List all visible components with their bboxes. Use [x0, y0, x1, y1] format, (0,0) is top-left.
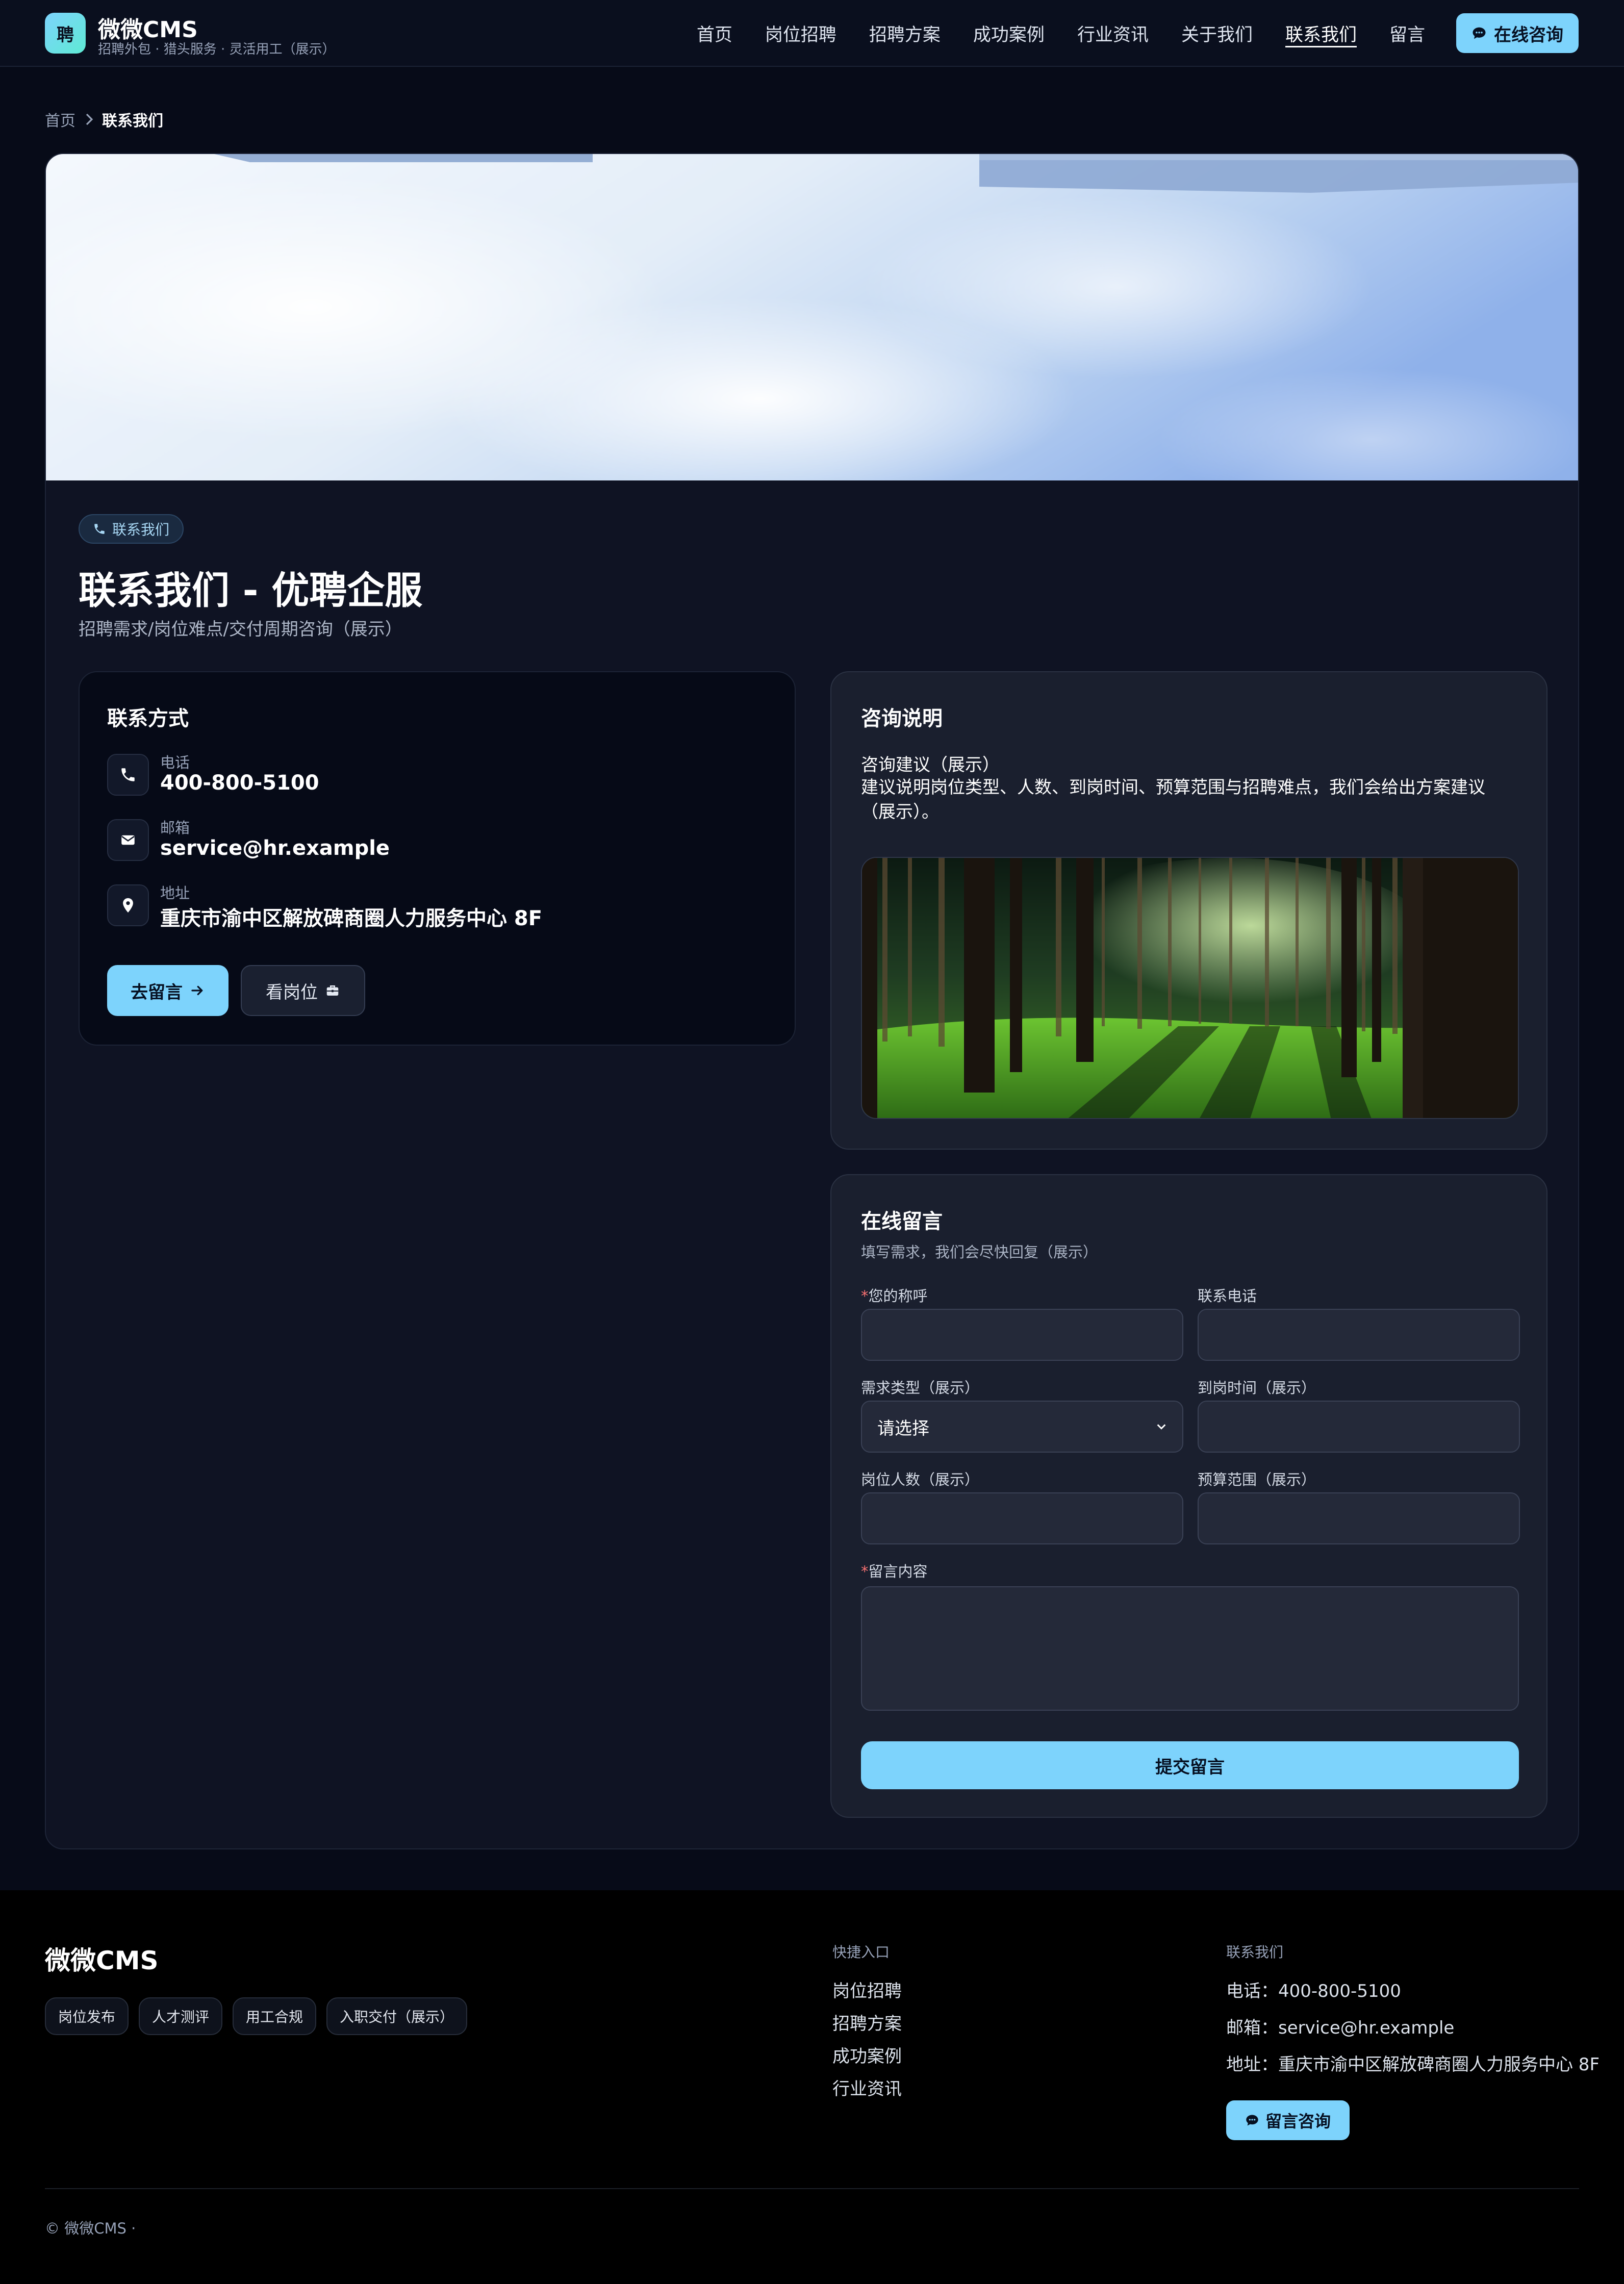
name-field-label: *您的称呼	[861, 1284, 928, 1306]
email-label: 邮箱	[160, 819, 190, 836]
go-message-label: 去留言	[131, 982, 183, 1003]
nav-about[interactable]: 关于我们	[1181, 20, 1253, 46]
footer-link-news[interactable]: 行业资讯	[832, 2075, 902, 2100]
nav-cases[interactable]: 成功案例	[973, 20, 1045, 46]
content-label-text: 留言内容	[868, 1563, 928, 1580]
footer-link-solutions[interactable]: 招聘方案	[832, 2010, 902, 2035]
nav-home[interactable]: 首页	[697, 20, 732, 46]
chat-bubble-icon	[1245, 2113, 1259, 2127]
required-mark: *	[861, 1287, 869, 1305]
footer-tag[interactable]: 岗位发布	[45, 1997, 129, 2035]
phone-input[interactable]	[1198, 1309, 1520, 1361]
consult-info-card: 咨询说明 咨询建议（展示） 建议说明岗位类型、人数、到岗时间、预算范围与招聘难点…	[830, 671, 1547, 1150]
chat-bubble-icon	[1471, 26, 1487, 41]
type-select-value: 请选择	[877, 1418, 929, 1439]
briefcase-icon	[325, 983, 340, 998]
arrival-field-label: 到岗时间（展示）	[1198, 1379, 1316, 1397]
form-subtitle: 填写需求，我们会尽快回复（展示）	[861, 1243, 1098, 1261]
contact-page-card: 联系我们 联系我们 - 优聘企服 招聘需求/岗位难点/交付周期咨询（展示） 联系…	[45, 153, 1579, 1849]
submit-message-button[interactable]: 提交留言	[861, 1741, 1519, 1789]
phone-icon	[107, 754, 149, 796]
email-value[interactable]: service@hr.example	[160, 836, 390, 860]
envelope-icon	[107, 819, 149, 861]
go-message-button[interactable]: 去留言	[107, 965, 229, 1016]
required-mark: *	[861, 1563, 869, 1580]
hero-sky-image	[46, 154, 1578, 480]
brand-tagline: 招聘外包 · 猎头服务 · 灵活用工（展示）	[98, 42, 336, 57]
footer-tag[interactable]: 入职交付（展示）	[326, 1997, 468, 2035]
footer-message-button[interactable]: 留言咨询	[1226, 2100, 1350, 2140]
phone-value[interactable]: 400-800-5100	[160, 771, 319, 795]
headcount-input[interactable]	[861, 1492, 1183, 1544]
nav-contact[interactable]: 联系我们	[1285, 20, 1357, 46]
online-consult-label: 在线咨询	[1494, 24, 1563, 45]
breadcrumb-home[interactable]: 首页	[45, 108, 75, 131]
arrow-right-icon	[190, 983, 205, 998]
footer-email: 邮箱：service@hr.example	[1226, 2018, 1455, 2038]
site-footer: 微微CMS 岗位发布 人才测评 用工合规 入职交付（展示） 快捷入口 岗位招聘 …	[0, 1890, 1624, 2284]
message-content-textarea[interactable]	[861, 1586, 1519, 1711]
address-value: 重庆市渝中区解放碑商圈人力服务中心 8F	[160, 907, 543, 930]
contact-address-row: 地址 重庆市渝中区解放碑商圈人力服务中心 8F	[107, 878, 719, 930]
footer-tags: 岗位发布 人才测评 用工合规 入职交付（展示）	[45, 1997, 468, 2035]
page-subtitle: 招聘需求/岗位难点/交付周期咨询（展示）	[79, 619, 402, 640]
footer-address: 地址：重庆市渝中区解放碑商圈人力服务中心 8F	[1226, 2054, 1600, 2075]
footer-contact-title: 联系我们	[1226, 1944, 1284, 1961]
forest-image	[861, 857, 1519, 1119]
footer-message-label: 留言咨询	[1265, 2112, 1331, 2131]
footer-tag[interactable]: 用工合规	[233, 1997, 317, 2035]
contact-phone-row: 电话 400-800-5100	[107, 748, 719, 799]
content-field-label: *留言内容	[861, 1560, 928, 1581]
name-label-text: 您的称呼	[868, 1287, 928, 1305]
breadcrumb: 首页 联系我们	[45, 108, 163, 131]
chevron-right-icon	[84, 113, 94, 125]
site-header: 聘 微微CMS 招聘外包 · 猎头服务 · 灵活用工（展示） 首页 岗位招聘 招…	[0, 0, 1624, 67]
logo-char: 聘	[57, 24, 74, 45]
view-jobs-label: 看岗位	[266, 982, 318, 1003]
quick-links-title: 快捷入口	[832, 1944, 890, 1961]
footer-brand: 微微CMS	[45, 1946, 159, 1975]
consult-card-title: 咨询说明	[861, 707, 943, 730]
logo[interactable]: 聘	[45, 13, 86, 54]
nav-message[interactable]: 留言	[1389, 20, 1425, 46]
nav-solutions[interactable]: 招聘方案	[869, 20, 941, 46]
arrival-time-input[interactable]	[1198, 1401, 1520, 1453]
budget-field-label: 预算范围（展示）	[1198, 1471, 1316, 1488]
phone-label: 电话	[160, 754, 190, 771]
page-title: 联系我们 - 优聘企服	[79, 569, 423, 613]
online-message-form: 在线留言 填写需求，我们会尽快回复（展示） *您的称呼 联系电话 需求类型（展示…	[830, 1174, 1547, 1818]
map-pin-icon	[107, 884, 149, 926]
nav-jobs[interactable]: 岗位招聘	[765, 20, 836, 46]
contact-email-row: 邮箱 service@hr.example	[107, 813, 719, 864]
footer-divider	[45, 2188, 1579, 2189]
form-title: 在线留言	[861, 1210, 943, 1233]
phone-field-label: 联系电话	[1198, 1287, 1257, 1305]
contact-card-title: 联系方式	[107, 707, 189, 730]
footer-link-jobs[interactable]: 岗位招聘	[832, 1977, 902, 2002]
type-field-label: 需求类型（展示）	[861, 1379, 980, 1397]
copyright: © 微微CMS ·	[45, 2220, 136, 2237]
phone-icon	[93, 522, 106, 536]
page-badge: 联系我们	[79, 514, 184, 544]
footer-link-cases[interactable]: 成功案例	[832, 2042, 902, 2067]
type-select[interactable]: 请选择	[861, 1401, 1183, 1453]
name-input[interactable]	[861, 1309, 1183, 1361]
chevron-down-icon	[1156, 1421, 1167, 1432]
footer-tag[interactable]: 人才测评	[139, 1997, 223, 2035]
address-label: 地址	[160, 884, 190, 902]
online-consult-button[interactable]: 在线咨询	[1456, 13, 1579, 53]
budget-input[interactable]	[1198, 1492, 1520, 1544]
main-nav: 首页 岗位招聘 招聘方案 成功案例 行业资讯 关于我们 联系我们 留言	[697, 0, 1425, 67]
nav-news[interactable]: 行业资讯	[1077, 20, 1149, 46]
contact-info-card: 联系方式 电话 400-800-5100 邮箱 service@hr.examp…	[79, 671, 796, 1046]
breadcrumb-current: 联系我们	[102, 112, 163, 130]
footer-phone: 电话：400-800-5100	[1226, 1981, 1401, 2001]
view-jobs-button[interactable]: 看岗位	[241, 965, 365, 1016]
page-badge-label: 联系我们	[112, 521, 170, 538]
consult-description: 建议说明岗位类型、人数、到岗时间、预算范围与招聘难点，我们会给出方案建议（展示）…	[861, 777, 1485, 822]
consult-heading: 咨询建议（展示）	[861, 755, 1000, 775]
headcount-field-label: 岗位人数（展示）	[861, 1471, 980, 1488]
